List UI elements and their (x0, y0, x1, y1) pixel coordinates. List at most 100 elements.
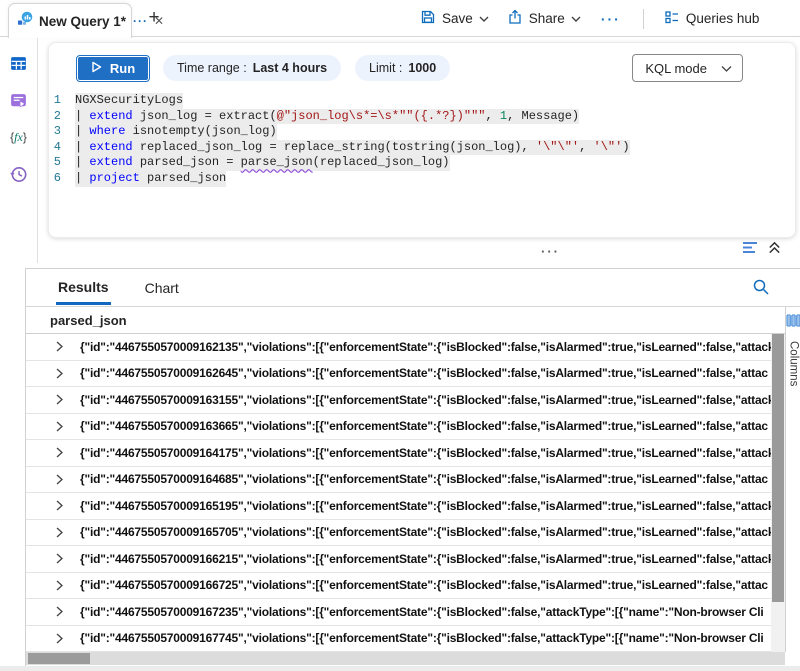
collapse-editor-icon[interactable] (767, 240, 782, 260)
adx-query-icon (17, 11, 33, 32)
page-bottom-edge (0, 666, 800, 671)
expand-chevron-icon[interactable] (54, 473, 65, 486)
limit-pill[interactable]: Limit : 1000 (355, 55, 450, 81)
code-line[interactable]: 1NGXSecurityLogs (49, 93, 787, 109)
table-row[interactable]: {"id":"4467550570009167745","violations"… (26, 626, 771, 653)
kql-mode-value: KQL mode (645, 61, 707, 76)
expand-chevron-icon[interactable] (54, 393, 65, 406)
table-row[interactable]: {"id":"4467550570009162135","violations"… (26, 334, 771, 361)
queries-hub-icon (664, 9, 680, 28)
time-range-value: Last 4 hours (253, 61, 327, 75)
left-sidebar: {fx} (0, 37, 38, 263)
code-text: | extend parsed_json = parse_json(replac… (75, 155, 450, 171)
tab-bar: New Query 1* ··· ✕ + Save (0, 0, 800, 37)
more-options-button[interactable]: ··· (593, 11, 629, 27)
code-text: NGXSecurityLogs (75, 93, 183, 109)
columns-panel-toggle[interactable]: Columns (785, 307, 800, 652)
tab-title: New Query 1* (39, 14, 126, 29)
time-range-label: Time range : (177, 61, 247, 75)
line-number: 6 (49, 171, 75, 187)
row-json-value: {"id":"4467550570009162645","violations"… (80, 366, 768, 380)
table-row[interactable]: {"id":"4467550570009163155","violations"… (26, 387, 771, 414)
table-row[interactable]: {"id":"4467550570009165195","violations"… (26, 493, 771, 520)
share-chevron-down-icon (571, 11, 581, 26)
query-editor[interactable]: 1NGXSecurityLogs2| extend json_log = ext… (49, 93, 787, 229)
code-text: | extend json_log = extract(@"json_log\s… (75, 109, 579, 125)
save-label: Save (442, 11, 473, 26)
table-row[interactable]: {"id":"4467550570009166725","violations"… (26, 573, 771, 600)
format-query-icon[interactable] (742, 240, 759, 260)
tab-results[interactable]: Results (56, 270, 111, 305)
row-json-value: {"id":"4467550570009167235","violations"… (80, 605, 764, 619)
splitter-handle[interactable]: ··· (541, 248, 560, 256)
query-tab[interactable]: New Query 1* ··· ✕ (8, 3, 132, 38)
expand-chevron-icon[interactable] (54, 605, 65, 618)
column-header[interactable]: parsed_json (26, 307, 800, 334)
scripts-icon[interactable] (9, 90, 29, 110)
code-line[interactable]: 5| extend parsed_json = parse_json(repla… (49, 155, 787, 171)
time-range-pill[interactable]: Time range : Last 4 hours (163, 55, 341, 81)
row-json-value: {"id":"4467550570009164685","violations"… (80, 472, 768, 486)
tab-chart[interactable]: Chart (145, 280, 179, 296)
kql-mode-chevron-down-icon (721, 61, 732, 76)
functions-icon[interactable]: {fx} (9, 127, 29, 147)
search-icon[interactable] (752, 278, 770, 301)
row-json-value: {"id":"4467550570009164175","violations"… (80, 446, 771, 460)
vertical-scrollbar-thumb[interactable] (772, 334, 784, 602)
queries-hub-label: Queries hub (686, 11, 760, 26)
expand-chevron-icon[interactable] (54, 552, 65, 565)
expand-chevron-icon[interactable] (54, 579, 65, 592)
code-text: | where isnotempty(json_log) (75, 124, 277, 140)
run-label: Run (110, 61, 135, 76)
table-row[interactable]: {"id":"4467550570009165705","violations"… (26, 520, 771, 547)
table-row[interactable]: {"id":"4467550570009163665","violations"… (26, 414, 771, 441)
table-row[interactable]: {"id":"4467550570009164685","violations"… (26, 467, 771, 494)
code-line[interactable]: 3| where isnotempty(json_log) (49, 124, 787, 140)
share-button[interactable]: Share (501, 5, 587, 32)
share-icon (507, 9, 523, 28)
code-line[interactable]: 2| extend json_log = extract(@"json_log\… (49, 109, 787, 125)
expand-chevron-icon[interactable] (54, 632, 65, 645)
tab-close-icon[interactable]: ✕ (154, 14, 164, 28)
run-button[interactable]: Run (77, 56, 149, 81)
expand-chevron-icon[interactable] (54, 446, 65, 459)
limit-label: Limit : (369, 61, 402, 75)
row-json-value: {"id":"4467550570009166725","violations"… (80, 578, 768, 592)
save-button[interactable]: Save (414, 5, 495, 32)
table-row[interactable]: {"id":"4467550570009167235","violations"… (26, 599, 771, 626)
expand-chevron-icon[interactable] (54, 340, 65, 353)
horizontal-scrollbar-thumb[interactable] (28, 653, 90, 664)
table-row[interactable]: {"id":"4467550570009166215","violations"… (26, 546, 771, 573)
columns-panel-label: Columns (788, 341, 800, 386)
expand-chevron-icon[interactable] (54, 420, 65, 433)
query-toolbar: Run Time range : Last 4 hours Limit : 10… (49, 43, 795, 90)
history-icon[interactable] (9, 164, 29, 184)
tables-icon[interactable] (9, 53, 29, 73)
limit-value: 1000 (408, 61, 436, 75)
horizontal-scrollbar[interactable] (26, 652, 785, 665)
queries-hub-button[interactable]: Queries hub (658, 5, 766, 32)
results-panel: Results Chart parsed_json {"id":"4467550… (25, 268, 800, 671)
top-actions: Save Share ··· (414, 0, 765, 37)
kql-mode-select[interactable]: KQL mode (632, 54, 743, 82)
results-rows: {"id":"4467550570009162135","violations"… (26, 334, 771, 652)
code-line[interactable]: 6| project parsed_json (49, 171, 787, 187)
splitter-row: ··· (0, 240, 800, 262)
table-row[interactable]: {"id":"4467550570009164175","violations"… (26, 440, 771, 467)
code-text: | project parsed_json (75, 171, 226, 187)
table-row[interactable]: {"id":"4467550570009162645","violations"… (26, 361, 771, 388)
expand-chevron-icon[interactable] (54, 526, 65, 539)
expand-chevron-icon[interactable] (54, 367, 65, 380)
row-json-value: {"id":"4467550570009163665","violations"… (80, 419, 768, 433)
vertical-scrollbar[interactable] (771, 334, 785, 652)
tab-more-icon[interactable]: ··· (133, 14, 148, 28)
share-label: Share (529, 11, 565, 26)
expand-chevron-icon[interactable] (54, 499, 65, 512)
row-json-value: {"id":"4467550570009162135","violations"… (80, 340, 771, 354)
code-lines: 1NGXSecurityLogs2| extend json_log = ext… (49, 93, 787, 187)
code-line[interactable]: 4| extend replaced_json_log = replace_st… (49, 140, 787, 156)
line-number: 3 (49, 124, 75, 140)
save-chevron-down-icon (479, 11, 489, 26)
code-text: | extend replaced_json_log = replace_str… (75, 140, 630, 156)
columns-icon (786, 313, 800, 333)
